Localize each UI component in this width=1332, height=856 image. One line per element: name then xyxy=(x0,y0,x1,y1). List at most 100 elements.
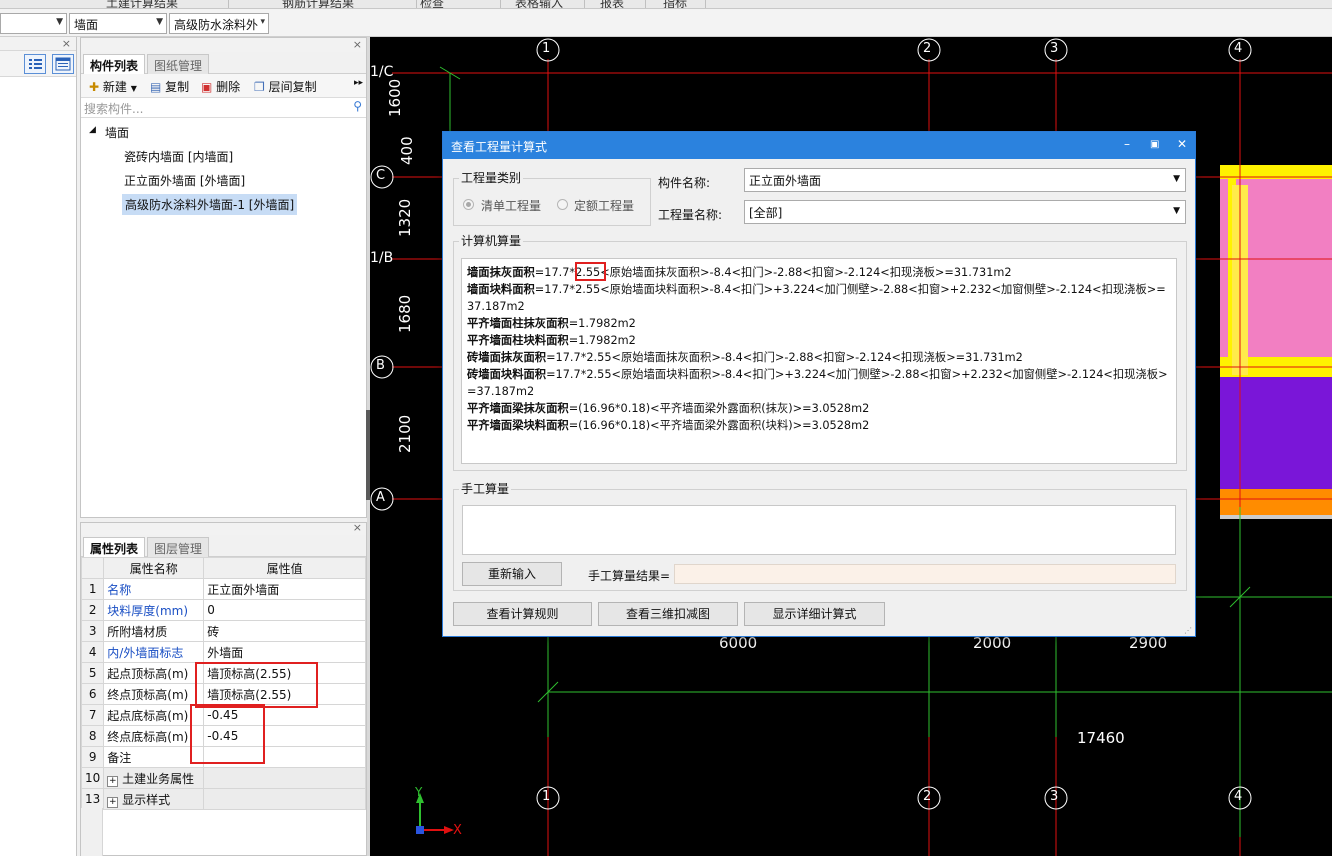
delete-icon: ▣ xyxy=(201,80,213,94)
reinput-button[interactable]: 重新输入 xyxy=(462,562,562,586)
highlight-box-height xyxy=(575,262,606,281)
prop-name: 内/外墙面标志 xyxy=(103,641,205,663)
axis-label-top-4: 4 xyxy=(1234,41,1243,56)
more-icon[interactable]: ▸▸ xyxy=(354,78,363,88)
comp-name-select[interactable]: 正立面外墙面 ▼ xyxy=(744,168,1186,192)
type-combo[interactable]: 墙面 ▼ xyxy=(69,13,167,34)
table-row[interactable]: 1 名称 正立面外墙面 xyxy=(80,578,366,600)
maximize-icon[interactable]: ▣ xyxy=(1150,139,1159,150)
calc-line: 墙面块料面积=17.7*2.55<原始墙面块料面积>-8.4<扣门>+3.224… xyxy=(467,281,1171,315)
expand-icon[interactable]: + xyxy=(107,796,119,808)
chevron-down-icon: ▼ xyxy=(56,17,63,27)
search-icon[interactable]: ⚲ xyxy=(353,99,362,113)
table-row-group[interactable]: 13 + 显示样式 xyxy=(80,788,366,810)
component-search[interactable]: 搜索构件... ⚲ xyxy=(81,98,366,118)
calc-line-text: =17.7*2.55<原始墙面块料面积>-8.4<扣门>+3.224<加门侧壁>… xyxy=(467,283,1166,313)
tab-property-list[interactable]: 属性列表 xyxy=(83,537,146,557)
property-header-row: 属性名称 属性值 xyxy=(80,557,366,579)
row-num: 1 xyxy=(80,578,105,600)
menu-item-check[interactable]: 检查 xyxy=(420,0,444,8)
header-name: 属性名称 xyxy=(103,557,205,579)
copy-button[interactable]: ▤ 复制 xyxy=(150,78,189,95)
tree-collapse-icon[interactable]: ◢ xyxy=(89,125,96,135)
tree-root[interactable]: 墙面 xyxy=(105,124,129,141)
table-row[interactable]: 2 块料厚度(mm) 0 xyxy=(80,599,366,621)
prop-value[interactable]: 外墙面 xyxy=(203,641,366,663)
qty-name-select[interactable]: [全部] ▼ xyxy=(744,200,1186,224)
row-num: 8 xyxy=(80,725,105,747)
calc-line-title: 墙面抹灰面积 xyxy=(467,266,535,279)
floor-copy-button[interactable]: ❐ 层间复制 xyxy=(254,78,317,95)
axis-label-a: A xyxy=(376,490,385,505)
menu-item-index[interactable]: 指标 xyxy=(663,0,687,8)
menu-item-table-input[interactable]: 表格输入 xyxy=(515,0,563,8)
row-num: 13 xyxy=(80,788,105,810)
table-row[interactable]: 4 内/外墙面标志 外墙面 xyxy=(80,641,366,663)
resize-grip-icon[interactable]: ⋰ xyxy=(1184,626,1192,635)
comp-name-value: 正立面外墙面 xyxy=(749,174,822,188)
dim-1680: 1680 xyxy=(396,294,414,333)
calc-formula-dialog: 查看工程量计算式 – ▣ ✕ 工程量类别 清单工程量 定额工程量 构件名称: 正… xyxy=(442,131,1196,637)
row-num: 2 xyxy=(80,599,105,621)
tree-item[interactable]: 正立面外墙面 [外墙面] xyxy=(124,172,245,189)
prop-name: 块料厚度(mm) xyxy=(103,599,205,621)
tab-layer-management[interactable]: 图层管理 xyxy=(147,537,210,557)
radio-list-qty[interactable] xyxy=(463,199,474,210)
manual-calc-input[interactable] xyxy=(462,505,1176,555)
menu-item-civil-result[interactable]: 土建计算结果 xyxy=(106,0,178,8)
close-icon[interactable]: ✕ xyxy=(1177,137,1187,151)
expand-icon[interactable]: + xyxy=(107,775,119,787)
chevron-down-icon: ▼ xyxy=(156,17,163,27)
x-axis-label: X xyxy=(453,823,462,838)
property-tabs: 属性列表 图层管理 xyxy=(81,535,366,557)
axis-label-bottom-4: 4 xyxy=(1234,789,1243,804)
component-toolbar: ✚ 新建 ▼ ▤ 复制 ▣ 删除 ❐ 层间复制 ▸▸ xyxy=(81,74,366,98)
calc-line-text: =(16.96*0.18)<平齐墙面梁外露面积(抹灰)>=3.0528m2 xyxy=(568,402,870,415)
tree-item[interactable]: 瓷砖内墙面 [内墙面] xyxy=(124,148,233,165)
property-panel-header: × xyxy=(81,521,366,535)
delete-button[interactable]: ▣ 删除 xyxy=(201,78,240,95)
dim-1600: 1600 xyxy=(386,78,404,117)
prop-name: 备注 xyxy=(103,746,205,768)
minimize-icon[interactable]: – xyxy=(1124,137,1130,151)
view-rules-button[interactable]: 查看计算规则 xyxy=(453,602,592,626)
tab-component-list[interactable]: 构件列表 xyxy=(83,54,146,74)
close-icon[interactable]: × xyxy=(353,38,362,51)
copy-icon: ▤ xyxy=(150,80,162,94)
calc-line-title: 砖墙面块料面积 xyxy=(467,368,547,381)
radio-quota-label[interactable]: 定额工程量 xyxy=(574,197,634,214)
detail-view-icon[interactable] xyxy=(52,54,74,74)
list-view-icon[interactable] xyxy=(24,54,46,74)
dialog-titlebar[interactable]: 查看工程量计算式 – ▣ ✕ xyxy=(443,132,1195,159)
axis-label-top-3: 3 xyxy=(1050,41,1059,56)
new-button[interactable]: ✚ 新建 ▼ xyxy=(89,78,137,95)
close-icon[interactable]: × xyxy=(353,521,362,534)
dim-400: 400 xyxy=(398,136,416,165)
prop-value[interactable]: 正立面外墙面 xyxy=(203,578,366,600)
view-3d-button[interactable]: 查看三维扣减图 xyxy=(598,602,738,626)
radio-list-label[interactable]: 清单工程量 xyxy=(481,197,541,214)
row-num: 5 xyxy=(80,662,105,684)
prop-value[interactable]: 砖 xyxy=(203,620,366,642)
close-icon[interactable]: × xyxy=(62,37,71,50)
menu-item-report[interactable]: 报表 xyxy=(600,0,624,8)
row-num-filler xyxy=(81,808,103,856)
table-row-group[interactable]: 10 + 土建业务属性 xyxy=(80,767,366,789)
show-detail-button[interactable]: 显示详细计算式 xyxy=(744,602,885,626)
axis-label-top-2: 2 xyxy=(923,41,932,56)
component-combo[interactable]: 高级防水涂料外 ▾ xyxy=(169,13,269,34)
prop-group-name: 土建业务属性 xyxy=(122,771,195,786)
table-row[interactable]: 3 所附墙材质砖 xyxy=(80,620,366,642)
floor-combo[interactable]: ▼ xyxy=(0,13,67,34)
menu-item-rebar-result[interactable]: 钢筋计算结果 xyxy=(282,0,354,8)
calc-line-text: =17.7*2.55<原始墙面抹灰面积>-8.4<扣门>-2.88<扣窗>-2.… xyxy=(546,351,1023,364)
calc-formula-box[interactable]: 墙面抹灰面积=17.7*2.55<原始墙面抹灰面积>-8.4<扣门>-2.88<… xyxy=(461,258,1177,464)
tab-drawing-management[interactable]: 图纸管理 xyxy=(147,54,210,74)
radio-quota-qty[interactable] xyxy=(557,199,568,210)
calc-line-text: =17.7*2.55<原始墙面抹灰面积>-8.4<扣门>-2.88<扣窗>-2.… xyxy=(534,266,1012,279)
header-num xyxy=(80,557,105,579)
prop-group-name: 显示样式 xyxy=(122,792,171,807)
tree-item-selected[interactable]: 高级防水涂料外墙面-1 [外墙面] xyxy=(122,194,298,215)
prop-value[interactable]: 0 xyxy=(203,599,366,621)
copy-label: 复制 xyxy=(165,80,190,94)
